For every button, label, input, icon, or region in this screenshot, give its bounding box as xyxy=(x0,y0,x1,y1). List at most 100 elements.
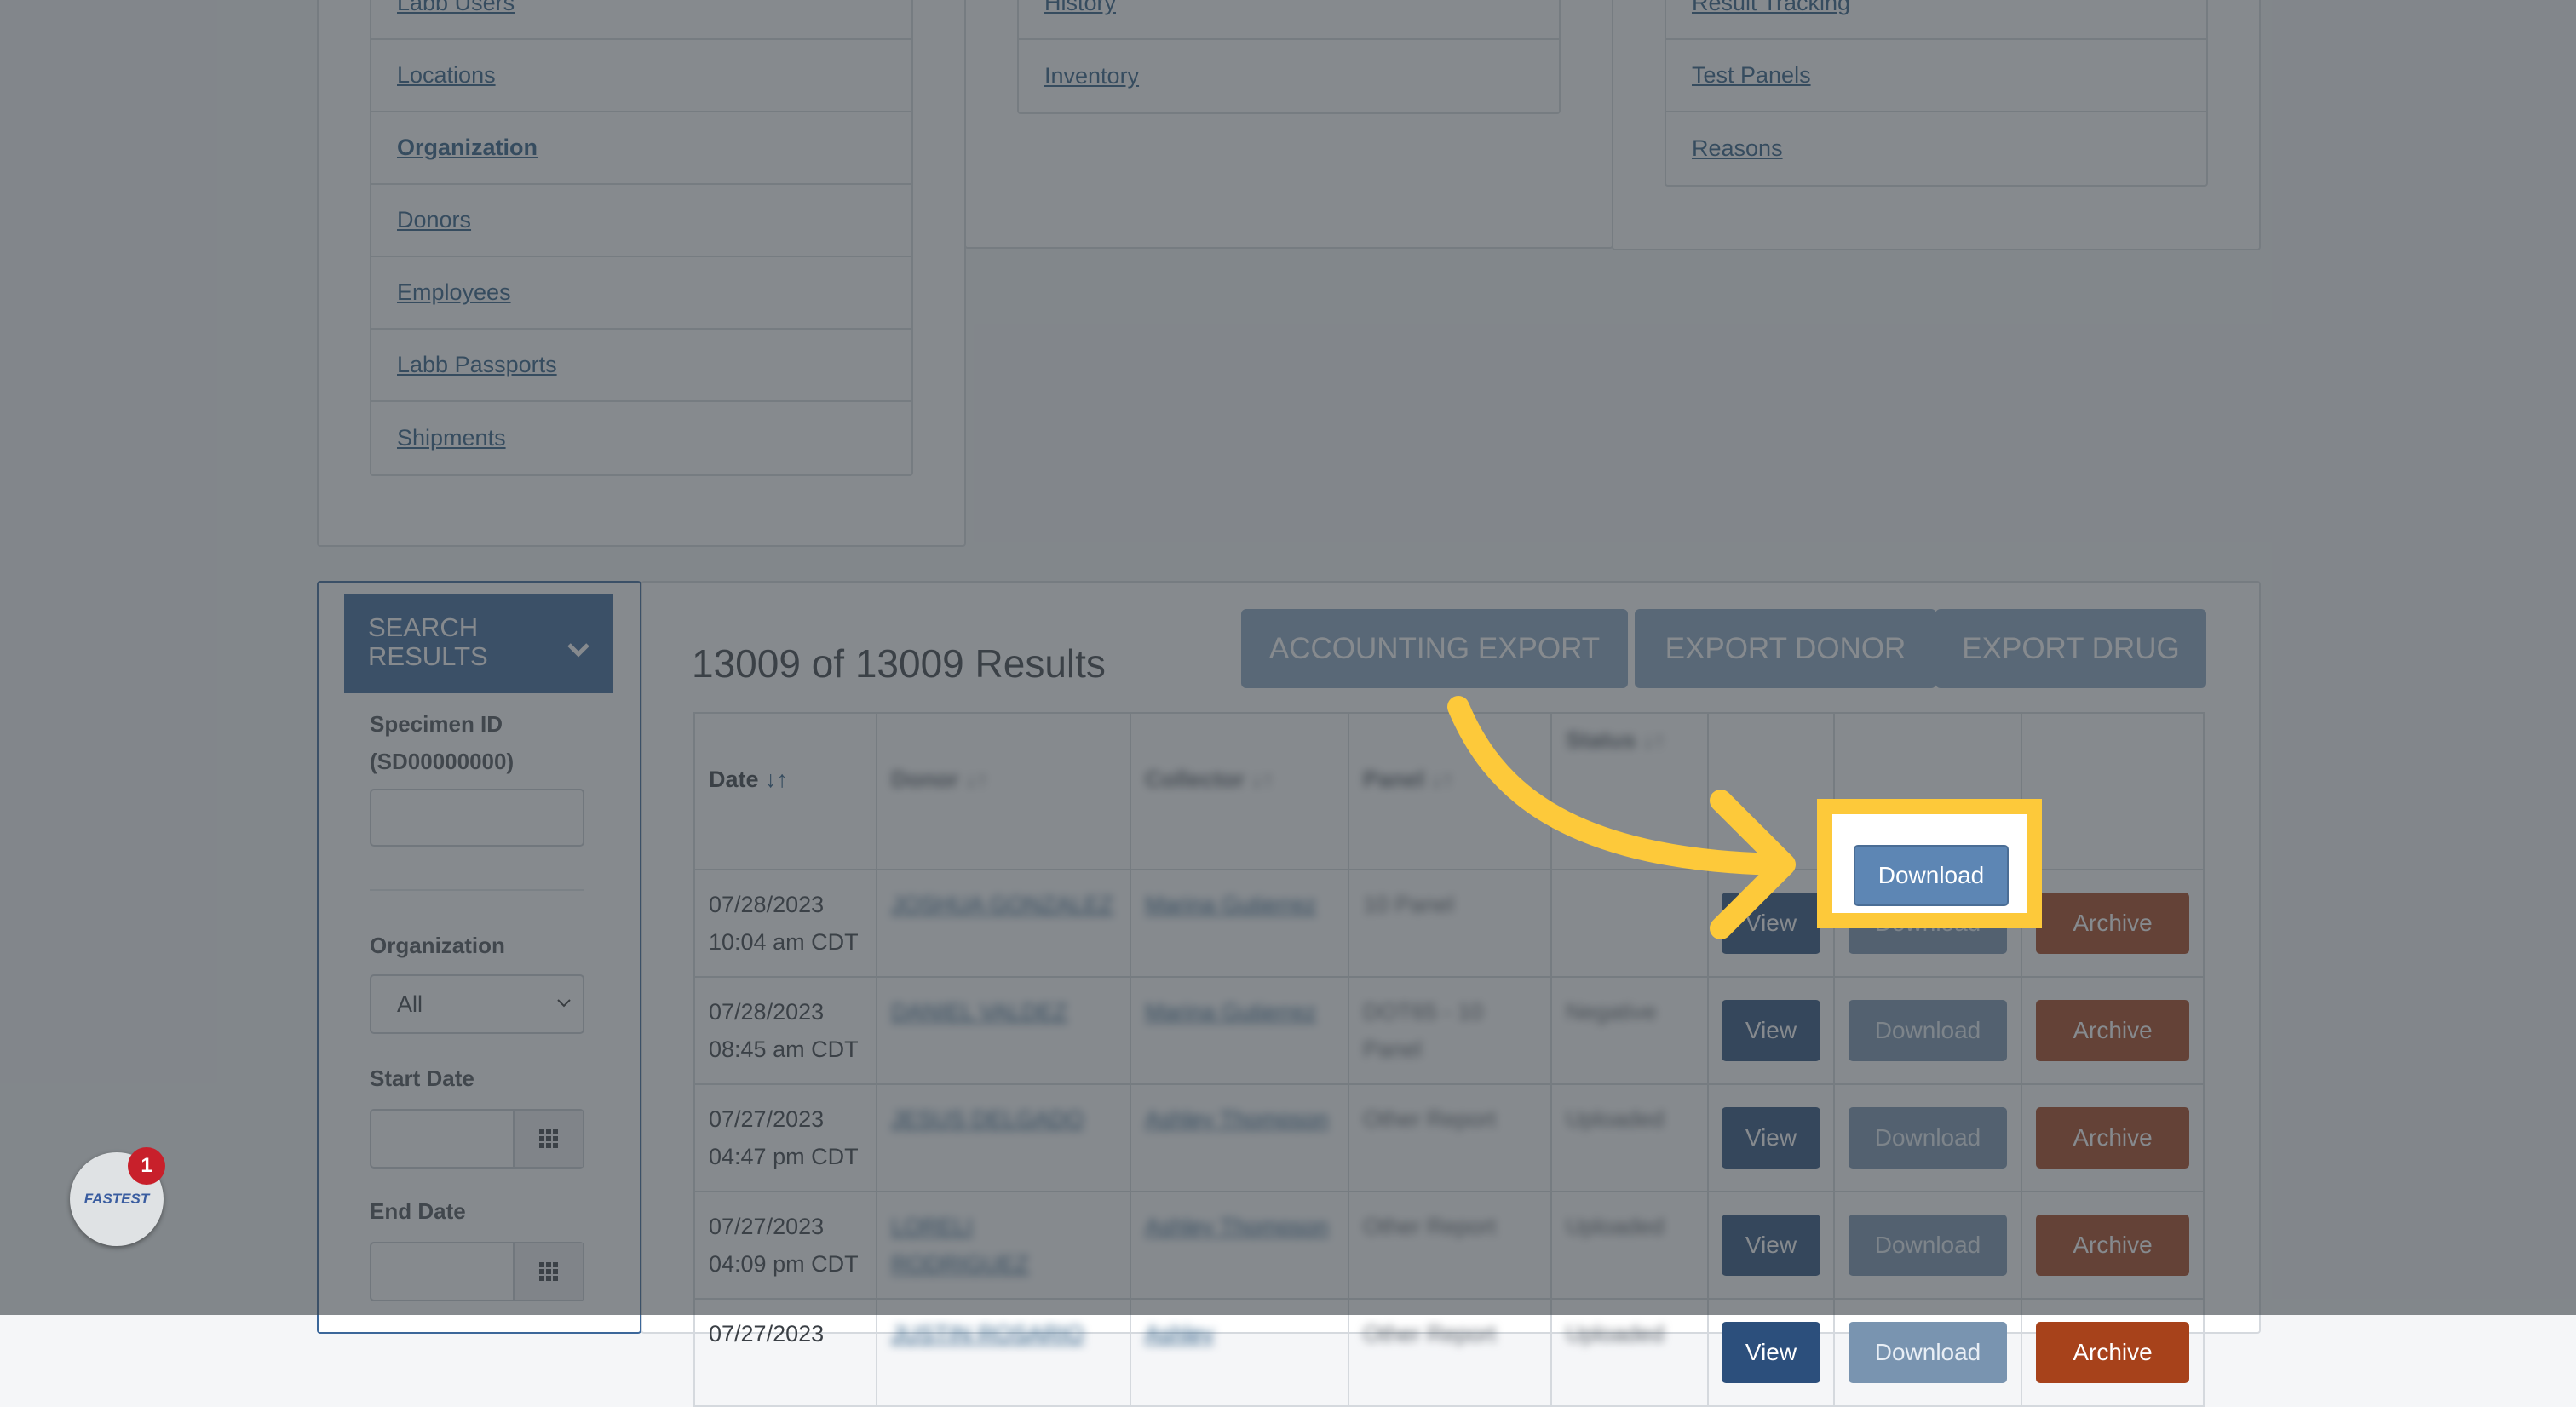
nav-item-shipments[interactable]: Shipments xyxy=(371,402,911,474)
col-donor-label: Donor xyxy=(891,767,959,792)
export-donor-button[interactable]: EXPORT DONOR xyxy=(1635,609,1936,688)
organization-label: Organization xyxy=(370,933,505,958)
col-actions-archive xyxy=(2021,712,2205,870)
nav-item-locations[interactable]: Locations xyxy=(371,40,911,112)
nav-item-result-tracking[interactable]: Result Tracking xyxy=(1666,0,2206,40)
calendar-button[interactable] xyxy=(513,1243,583,1300)
guide-arrow-icon xyxy=(1447,696,1796,939)
nav-link[interactable]: Locations xyxy=(397,62,496,89)
row-date: 07/27/2023 04:09 pm CDT xyxy=(709,1214,859,1277)
nav-link[interactable]: Shipments xyxy=(397,425,506,451)
row-donor-link[interactable]: JUSTIN ROSARIO xyxy=(877,1300,1130,1368)
download-button[interactable]: Download xyxy=(1849,1107,2007,1169)
nav-link[interactable]: Labb Passports xyxy=(397,352,557,378)
row-collector[interactable]: Marina Gutierrez xyxy=(1131,978,1348,1046)
row-collector[interactable]: Ashley Thompson xyxy=(1131,1192,1348,1261)
row-collector[interactable]: Marina Gutierrez xyxy=(1131,870,1348,939)
specimen-id-input[interactable] xyxy=(370,789,584,847)
start-date-label: Start Date xyxy=(370,1065,474,1091)
nav-link[interactable]: Result Tracking xyxy=(1692,0,1850,16)
search-header-label: SEARCH RESULTS xyxy=(368,612,488,671)
end-date-label: End Date xyxy=(370,1198,466,1224)
calendar-grid-icon xyxy=(539,1262,558,1281)
search-results-toggle[interactable]: SEARCH RESULTS xyxy=(344,594,613,693)
row-donor-link[interactable]: DANIEL VALDEZ xyxy=(877,978,1130,1046)
nav-link[interactable]: History xyxy=(1044,0,1116,16)
organization-value: All xyxy=(397,991,423,1017)
row-date: 07/27/2023 xyxy=(709,1321,825,1347)
row-collector[interactable]: Ashley xyxy=(1131,1300,1348,1368)
row-date: 07/28/2023 08:45 am CDT xyxy=(709,999,859,1062)
nav-link[interactable]: Test Panels xyxy=(1692,62,1811,89)
table-row: 07/28/2023 08:45 am CDT DANIEL VALDEZ Ma… xyxy=(693,976,2205,1085)
nav-list-3: Result Tracking Test Panels Reasons xyxy=(1665,0,2208,187)
row-panel: Other Report xyxy=(1363,1321,1497,1347)
notification-count: 1 xyxy=(128,1147,165,1185)
view-button[interactable]: View xyxy=(1722,1322,1820,1383)
download-button-highlighted[interactable]: Download xyxy=(1854,845,2009,906)
nav-list-2: History Inventory xyxy=(1017,0,1561,114)
archive-button[interactable]: Archive xyxy=(2036,1322,2189,1383)
nav-item-donors[interactable]: Donors xyxy=(371,185,911,257)
row-collector[interactable]: Ashley Thompson xyxy=(1131,1085,1348,1153)
specimen-id-label: Specimen ID (SD00000000) xyxy=(370,711,515,774)
view-button[interactable]: View xyxy=(1722,1000,1820,1061)
view-button[interactable]: View xyxy=(1722,1107,1820,1169)
row-donor-link[interactable]: JOSHUA GONZALEZ xyxy=(877,870,1130,939)
results-count-title: 13009 of 13009 Results xyxy=(692,641,1106,686)
end-date-input[interactable] xyxy=(370,1242,584,1301)
archive-button[interactable]: Archive xyxy=(2036,893,2189,954)
nav-item-inventory[interactable]: Inventory xyxy=(1019,40,1559,112)
nav-item-organization[interactable]: Organization xyxy=(371,112,911,185)
row-status: Negative xyxy=(1566,999,1657,1025)
nav-link[interactable]: Organization xyxy=(397,135,538,161)
row-status: Uploaded xyxy=(1566,1106,1665,1132)
download-button[interactable]: Download xyxy=(1849,1000,2007,1061)
chevron-down-icon xyxy=(557,999,571,1008)
row-donor-link[interactable]: JESUS DELGADO xyxy=(877,1085,1130,1153)
calendar-grid-icon xyxy=(539,1129,558,1148)
col-donor[interactable]: Donor ↓↑ xyxy=(876,712,1131,870)
download-button[interactable]: Download xyxy=(1849,1215,2007,1276)
highlight-frame: Download xyxy=(1817,799,2042,928)
nav-item-reasons[interactable]: Reasons xyxy=(1666,112,2206,185)
col-collector[interactable]: Collector ↓↑ xyxy=(1130,712,1349,870)
fastest-logo: FASTEST xyxy=(83,1191,150,1207)
archive-button[interactable]: Archive xyxy=(2036,1215,2189,1276)
row-panel: Other Report xyxy=(1363,1214,1497,1239)
nav-item-test-panels[interactable]: Test Panels xyxy=(1666,40,2206,112)
export-drug-button[interactable]: EXPORT DRUG xyxy=(1935,609,2206,688)
row-date: 07/27/2023 04:47 pm CDT xyxy=(709,1106,859,1169)
archive-button[interactable]: Archive xyxy=(2036,1000,2189,1061)
nav-link[interactable]: Labb Users xyxy=(397,0,515,16)
col-date-label: Date xyxy=(709,767,759,792)
table-row: 07/27/2023 04:09 pm CDT LORELI RODRIGUEZ… xyxy=(693,1191,2205,1300)
nav-item-history[interactable]: History xyxy=(1019,0,1559,40)
nav-link[interactable]: Employees xyxy=(397,279,511,306)
chevron-down-icon xyxy=(567,643,589,658)
start-date-input[interactable] xyxy=(370,1109,584,1169)
calendar-button[interactable] xyxy=(513,1111,583,1167)
archive-button[interactable]: Archive xyxy=(2036,1107,2189,1169)
download-button[interactable]: Download xyxy=(1849,1322,2007,1383)
nav-link[interactable]: Donors xyxy=(397,207,471,233)
col-panel-label: Panel xyxy=(1363,767,1425,792)
row-donor-link[interactable]: LORELI RODRIGUEZ xyxy=(877,1192,1130,1298)
col-date[interactable]: Date ↓↑ xyxy=(693,712,877,870)
accounting-export-button[interactable]: ACCOUNTING EXPORT xyxy=(1241,609,1628,688)
nav-link[interactable]: Inventory xyxy=(1044,63,1139,89)
row-status: Uploaded xyxy=(1566,1214,1665,1239)
table-row: 07/27/2023 04:47 pm CDT JESUS DELGADO As… xyxy=(693,1083,2205,1192)
nav-list-1: Labb Users Locations Organization Donors… xyxy=(370,0,913,476)
nav-item-labb-passports[interactable]: Labb Passports xyxy=(371,330,911,402)
organization-select[interactable]: All xyxy=(370,974,584,1034)
row-panel: DOT65 - 10 Panel xyxy=(1363,999,1484,1062)
row-status: Uploaded xyxy=(1566,1321,1665,1347)
nav-item-employees[interactable]: Employees xyxy=(371,257,911,330)
row-panel: Other Report xyxy=(1363,1106,1497,1132)
view-button[interactable]: View xyxy=(1722,1215,1820,1276)
nav-item-labb-users[interactable]: Labb Users xyxy=(371,0,911,40)
nav-link[interactable]: Reasons xyxy=(1692,135,1783,162)
divider xyxy=(370,889,584,891)
sort-arrows-icon[interactable]: ↓↑ xyxy=(765,767,788,792)
